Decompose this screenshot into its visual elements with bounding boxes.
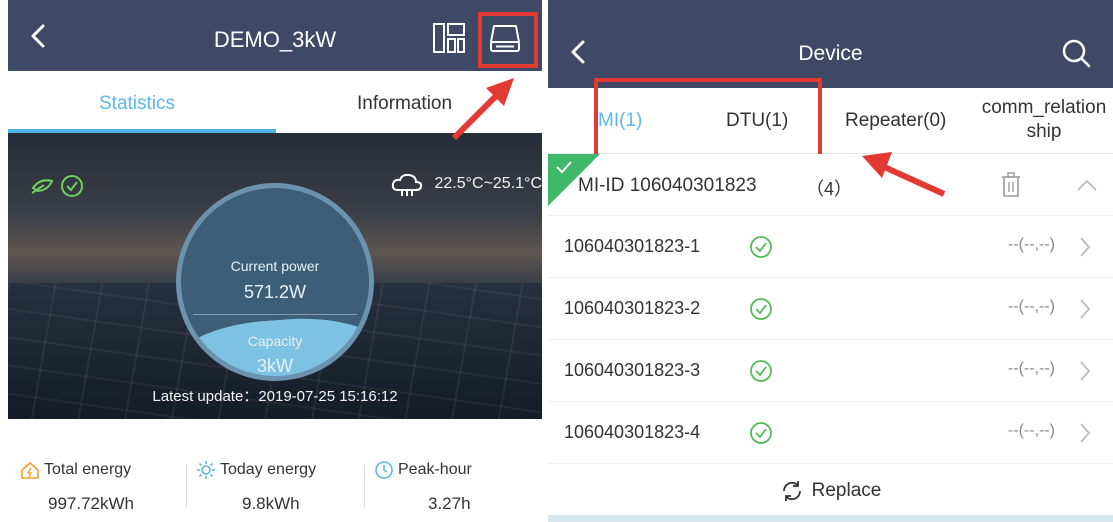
chevron-right-icon xyxy=(1080,237,1091,257)
tab-information[interactable]: Information xyxy=(357,93,452,115)
plant-overview-panel: 22.5°C~25.1°C Current power 571.2W Capac… xyxy=(8,133,542,419)
current-power-value: 571.2W xyxy=(243,282,307,302)
dashboard-layout-icon[interactable] xyxy=(432,22,466,54)
check-circle-icon xyxy=(750,236,772,258)
highlight-box xyxy=(594,78,822,158)
latest-update-label: Latest update： xyxy=(152,388,259,405)
tab-bar: Statistics Information xyxy=(8,71,542,133)
divider xyxy=(186,464,187,508)
gauge-divider xyxy=(193,314,357,315)
chevron-up-icon[interactable] xyxy=(1076,178,1098,192)
top-header: DEMO_3kW xyxy=(8,0,542,71)
trash-icon[interactable] xyxy=(1000,172,1022,198)
bottom-bar xyxy=(548,515,1113,522)
mi-id-label: MI-ID 106040301823 xyxy=(578,175,757,196)
sun-icon xyxy=(197,461,215,479)
capacity-label: Capacity xyxy=(247,333,303,349)
inverter-status: --(--,--) xyxy=(1007,360,1055,377)
chevron-right-icon xyxy=(1080,299,1091,319)
energy-stats: Total energy 997.72kWh Today energy 9.8k… xyxy=(8,430,542,522)
replace-button[interactable]: Replace xyxy=(548,460,1113,522)
replace-label: Replace xyxy=(811,480,882,501)
stat-value: 3.27h xyxy=(428,494,471,513)
inverter-status: --(--,--) xyxy=(1007,298,1055,315)
inverter-status: --(--,--) xyxy=(1007,422,1055,439)
list-item[interactable]: 106040301823-3 --(--,--) xyxy=(548,340,1113,402)
tab-label-line2: ship xyxy=(1026,121,1062,142)
list-item[interactable]: 106040301823-1 --(--,--) xyxy=(548,216,1113,278)
chevron-right-icon xyxy=(1080,361,1091,381)
search-icon[interactable] xyxy=(1061,38,1091,68)
check-circle-icon xyxy=(750,298,772,320)
latest-update-value: 2019-07-25 15:16:12 xyxy=(258,388,398,405)
inverter-id: 106040301823-2 xyxy=(564,298,701,318)
clock-icon xyxy=(375,461,393,479)
stat-value: 9.8kWh xyxy=(242,494,300,513)
home-energy-icon xyxy=(21,461,39,479)
stat-peak-hour: Peak-hour 3.27h xyxy=(374,460,542,514)
capacity-value: 3kW xyxy=(257,356,293,376)
inverter-id: 106040301823-3 xyxy=(564,360,701,380)
mi-group-header[interactable]: MI-ID 106040301823 （4） xyxy=(548,154,1113,216)
check-circle-icon xyxy=(750,360,772,382)
top-header: Device xyxy=(548,0,1113,88)
tab-comm-relationship[interactable]: comm_relation ship xyxy=(974,96,1113,144)
stat-label: Total energy xyxy=(44,461,132,478)
divider xyxy=(364,464,365,508)
temperature-range: 22.5°C~25.1°C xyxy=(434,175,542,193)
stat-label: Today energy xyxy=(220,461,317,478)
power-gauge: Current power 571.2W Capacity 3kW xyxy=(176,183,374,381)
check-circle-icon xyxy=(61,175,83,197)
stat-value: 997.72kWh xyxy=(48,494,134,513)
refresh-icon xyxy=(782,481,801,501)
list-item[interactable]: 106040301823-2 --(--,--) xyxy=(548,278,1113,340)
device-list-screen: Device MI(1) DTU(1) Repeater(0) comm_rel… xyxy=(548,0,1113,522)
tab-statistics[interactable]: Statistics xyxy=(99,93,175,115)
stat-label: Peak-hour xyxy=(398,461,472,478)
inverter-id: 106040301823-1 xyxy=(564,236,701,256)
current-power-label: Current power xyxy=(230,258,320,274)
tab-repeater[interactable]: Repeater(0) xyxy=(845,110,946,132)
plant-detail-screen: DEMO_3kW Statistics Information 22.5°C~2… xyxy=(8,0,542,522)
plant-wind-icon xyxy=(31,179,54,194)
page-title: Device xyxy=(798,42,863,65)
inverter-id: 106040301823-4 xyxy=(564,422,701,442)
mi-count: （4） xyxy=(806,179,853,199)
stat-today-energy: Today energy 9.8kWh xyxy=(196,460,366,514)
list-item[interactable]: 106040301823-4 --(--,--) xyxy=(548,402,1113,464)
check-icon xyxy=(556,161,572,174)
weather-info: 22.5°C~25.1°C xyxy=(390,171,542,197)
cloud-icon xyxy=(392,173,423,196)
inverter-status: --(--,--) xyxy=(1007,236,1055,253)
status-icons xyxy=(30,173,86,204)
stat-total-energy: Total energy 997.72kWh xyxy=(20,460,190,514)
check-circle-icon xyxy=(750,422,772,444)
chevron-right-icon xyxy=(1080,423,1091,443)
tab-label-line1: comm_relation xyxy=(981,97,1107,118)
latest-update: Latest update：2019-07-25 15:16:12 xyxy=(8,385,542,406)
highlight-box xyxy=(478,12,538,68)
